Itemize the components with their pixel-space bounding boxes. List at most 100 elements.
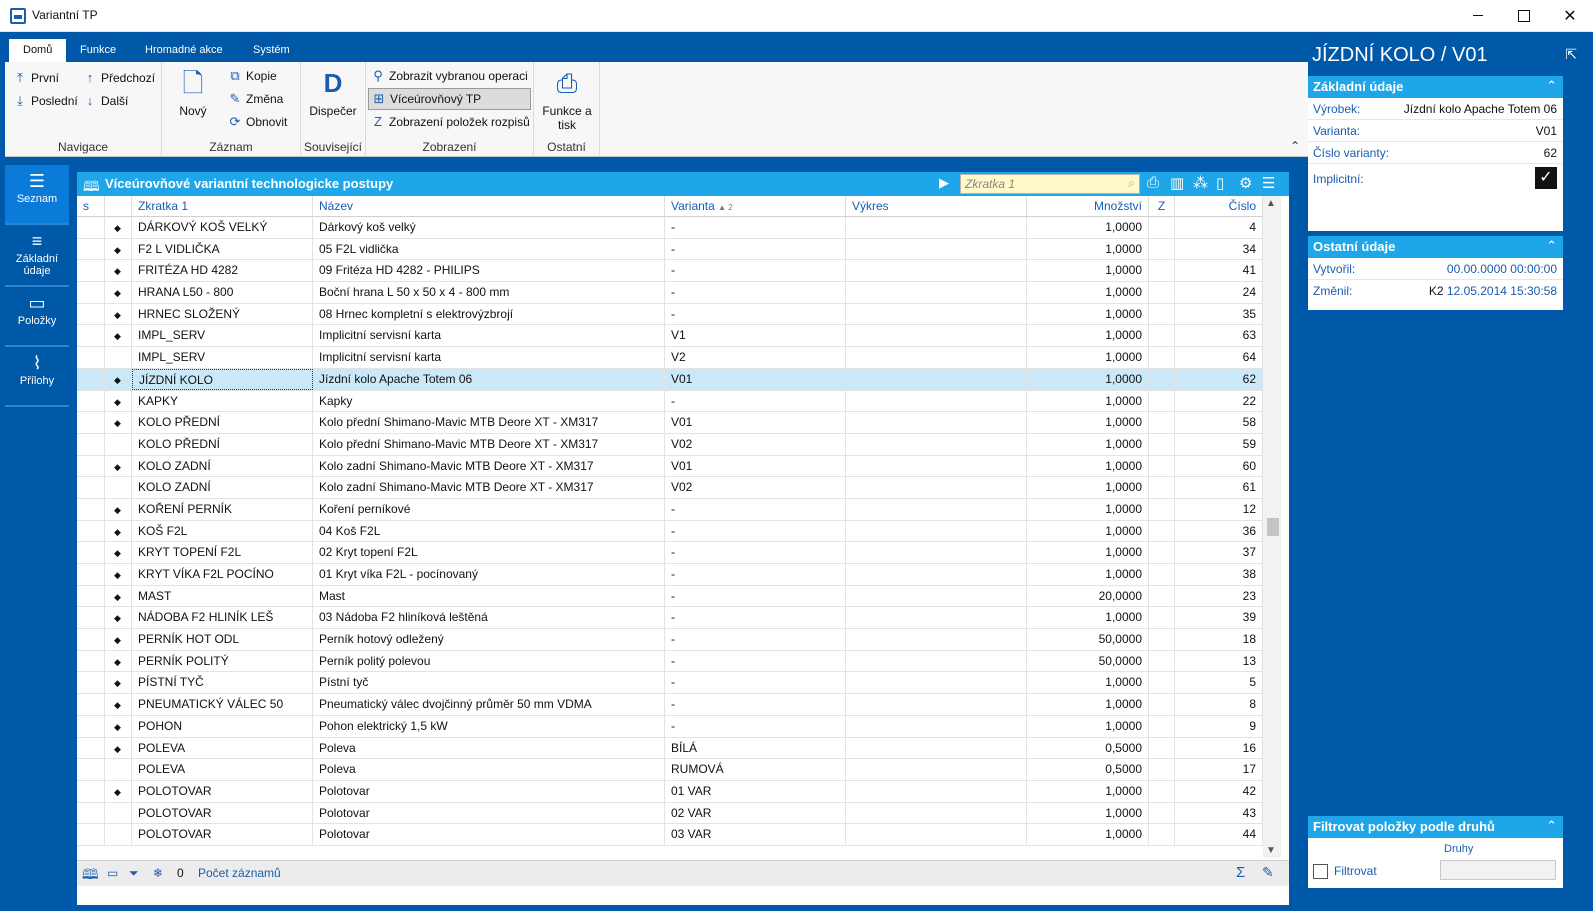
basic-info-section: Základní údaje ⌃ Výrobek: Jízdní kolo Apac… (1308, 76, 1563, 231)
close-button[interactable]: ✕ (1547, 0, 1593, 31)
settings-icon[interactable]: ⚙ (1239, 174, 1252, 192)
cell-mnozstvi: 1,0000 (1027, 238, 1149, 260)
table-row[interactable]: F2 L VIDLIČKA 05 F2L vidlička - 1,0000 34 ◆ (77, 238, 1263, 261)
table-row[interactable]: KOŘENÍ PERNÍK Koření perníkové - 1,0000 12 ◆ (77, 498, 1263, 521)
scroll-thumb[interactable] (1267, 518, 1279, 536)
copy-button[interactable]: ⧉ Kopie (228, 68, 276, 84)
scroll-up-icon[interactable]: ▲ (1266, 198, 1276, 209)
table-row[interactable]: PERNÍK HOT ODL Perník hotový odležený - 50,… (77, 629, 1263, 651)
table-row[interactable]: POHON Pohon elektrický 1,5 kW - 1,0000 9 ◆ (77, 715, 1263, 738)
minimize-button[interactable] (1455, 0, 1501, 31)
tab-system[interactable]: Systém (239, 39, 304, 62)
columns-icon[interactable]: ▯ (1216, 174, 1224, 192)
col-nazev[interactable]: Název (313, 196, 665, 217)
nav-polozky[interactable]: ▭ Položky (5, 287, 69, 347)
col-cislo[interactable]: Číslo (1175, 196, 1263, 217)
table-row[interactable]: NÁDOBA F2 HLINÍK LEŠ 03 Nádoba F2 hliníko… (77, 607, 1263, 630)
druhy-select[interactable] (1440, 860, 1556, 880)
col-s[interactable]: s (77, 196, 105, 217)
section-header[interactable]: Základní údaje ⌃ (1308, 76, 1563, 98)
table-row[interactable]: KOLO ZADNÍ Kolo zadní Shimano-Mavic MTB D… (77, 455, 1263, 478)
filter-icon[interactable]: ⏷ (129, 866, 139, 881)
table-row[interactable]: IMPL_SERV Implicitní servisní karta V1 1,00… (77, 325, 1263, 348)
table-row[interactable]: FRITÉZA HD 4282 09 Fritéza HD 4282 - PHIL… (77, 260, 1263, 283)
filter-checkbox-row[interactable]: Filtrovat (1313, 864, 1377, 880)
new-button[interactable]: 🗋 Nový (176, 68, 210, 118)
chevron-up-icon[interactable]: ⌃ (1546, 78, 1557, 94)
col-z[interactable]: Z (1149, 196, 1175, 217)
menu-icon[interactable]: ☰ (1262, 174, 1275, 192)
table-row[interactable]: POLEVA Poleva RUMOVÁ 0,5000 17 (77, 759, 1263, 781)
table-row[interactable]: HRANA L50 - 800 Boční hrana L 50 x 50 x 4… (77, 282, 1263, 304)
first-button[interactable]: ⤒ První (13, 70, 59, 86)
tab-funkce[interactable]: Funkce (66, 39, 130, 62)
cell-cislo: 5 (1175, 672, 1263, 694)
cell-z (1149, 802, 1175, 824)
edit-button[interactable]: ✎ Změna (228, 91, 284, 107)
search-input[interactable]: Zkratka 1 ⌕ (960, 174, 1140, 194)
show-operation-button[interactable]: ⚲ Zobrazit vybranou operaci (371, 68, 528, 84)
table-row[interactable]: POLOTOVAR Polotovar 02 VAR 1,0000 43 (77, 802, 1263, 825)
chevron-up-icon[interactable]: ⌃ (1546, 238, 1557, 254)
functions-print-button[interactable]: ⎙ Funkce a tisk (538, 68, 596, 132)
table-row[interactable]: PNEUMATICKÝ VÁLEC 50 Pneumatický válec dv… (77, 694, 1263, 716)
nav-seznam[interactable]: ☰ Seznam (5, 165, 69, 225)
implicit-checkbox[interactable]: ✓ (1535, 167, 1557, 189)
maximize-button[interactable] (1501, 0, 1547, 31)
table-row[interactable]: HRNEC SLOŽENÝ 08 Hrnec kompletní s elektr… (77, 303, 1263, 326)
sum-icon[interactable]: Σ (1236, 864, 1245, 881)
nav-zakladni-udaje[interactable]: ≡ Základní údaje (5, 225, 69, 287)
archive-icon[interactable]: ▭ (107, 866, 118, 880)
group-icon[interactable]: ⁂ (1193, 174, 1208, 192)
snowflake-icon[interactable]: ❄ (153, 866, 163, 880)
show-items-button[interactable]: Z Zobrazení položek rozpisů (371, 114, 530, 129)
multilevel-tp-toggle[interactable]: ⊞ Víceúrovňový TP (368, 88, 531, 110)
tab-domu[interactable]: Domů (9, 39, 67, 62)
section-header[interactable]: Ostatní údaje ⌃ (1308, 236, 1563, 258)
table-row[interactable]: KRYT VÍKA F2L POCÍNO 01 Kryt víka F2L - p… (77, 564, 1263, 586)
table-row[interactable]: DÁRKOVÝ KOŠ VELKÝ Dárkový koš velký - 1,000… (77, 217, 1263, 239)
filter-checkbox[interactable] (1313, 864, 1328, 880)
last-button[interactable]: ⤓ Poslední (13, 93, 78, 109)
table-row[interactable]: KRYT TOPENÍ F2L 02 Kryt topení F2L - 1,0000… (77, 542, 1263, 564)
col-varianta[interactable]: Varianta ▲ 2 (665, 196, 846, 217)
chart-icon[interactable]: ▥ (1170, 174, 1184, 192)
record-count-label[interactable]: Počet záznamů (198, 866, 281, 880)
table-row[interactable]: POLOTOVAR Polotovar 01 VAR 1,0000 42 ◆ (77, 780, 1263, 803)
cell-s (77, 585, 105, 607)
table-row[interactable]: KOLO PŘEDNÍ Kolo přední Shimano-Mavic MTB… (77, 412, 1263, 434)
cell-mnozstvi: 0,5000 (1027, 759, 1149, 781)
table-row[interactable]: JÍZDNÍ KOLO Jízdní kolo Apache Totem 06 V0… (77, 368, 1263, 391)
table-row[interactable]: PERNÍK POLITÝ Perník politý polevou - 50,00… (77, 650, 1263, 673)
nav-prilohy[interactable]: ⌇ Přílohy (5, 347, 69, 407)
table-row[interactable]: IMPL_SERV Implicitní servisní karta V2 1,00… (77, 347, 1263, 369)
print-icon[interactable]: ⎙ (1147, 174, 1159, 191)
vertical-scrollbar[interactable]: ▲ ▼ (1263, 196, 1281, 858)
table-row[interactable]: KAPKY Kapky - 1,0000 22 ◆ (77, 390, 1263, 413)
tab-hromadne-akce[interactable]: Hromadné akce (131, 39, 237, 62)
table-row[interactable]: PÍSTNÍ TYČ Pístní tyč - 1,0000 5 ◆ (77, 672, 1263, 695)
table-row[interactable]: POLOTOVAR Polotovar 03 VAR 1,0000 44 (77, 824, 1263, 846)
chevron-up-icon[interactable]: ⌃ (1546, 818, 1557, 834)
table-row[interactable]: POLEVA Poleva BÍLÁ 0,5000 16 ◆ (77, 737, 1263, 760)
col-vykres[interactable]: Výkres (846, 196, 1027, 217)
col-zkratka[interactable]: Zkratka 1 (132, 196, 313, 217)
dispatcher-button[interactable]: D Dispečer (305, 68, 361, 118)
next-button[interactable]: ↓ Další (83, 93, 129, 108)
cell-vykres (846, 260, 1027, 282)
section-header[interactable]: Filtrovat položky podle druhů ⌃ (1308, 816, 1563, 838)
play-icon[interactable]: ▶ (939, 175, 949, 191)
cell-z (1149, 737, 1175, 759)
table-row[interactable]: KOŠ F2L 04 Koš F2L - 1,0000 36 ◆ (77, 520, 1263, 543)
table-row[interactable]: KOLO ZADNÍ Kolo zadní Shimano-Mavic MTB D… (77, 477, 1263, 499)
col-mnozstvi[interactable]: Množství (1027, 196, 1149, 217)
table-row[interactable]: KOLO PŘEDNÍ Kolo přední Shimano-Mavic MTB… (77, 433, 1263, 456)
open-external-icon[interactable]: ⇱ (1565, 46, 1577, 63)
book-view-icon[interactable]: 🕮 (82, 864, 99, 888)
previous-button[interactable]: ↑ Předchozí (83, 70, 155, 85)
scroll-down-icon[interactable]: ▼ (1266, 845, 1276, 856)
refresh-button[interactable]: ⟳ Obnovit (228, 114, 288, 130)
ribbon-collapse-icon[interactable]: ⌃ (1290, 139, 1300, 153)
table-row[interactable]: MAST Mast - 20,0000 23 ◆ (77, 585, 1263, 608)
edit-pencil-icon[interactable]: ✎ (1262, 864, 1274, 881)
